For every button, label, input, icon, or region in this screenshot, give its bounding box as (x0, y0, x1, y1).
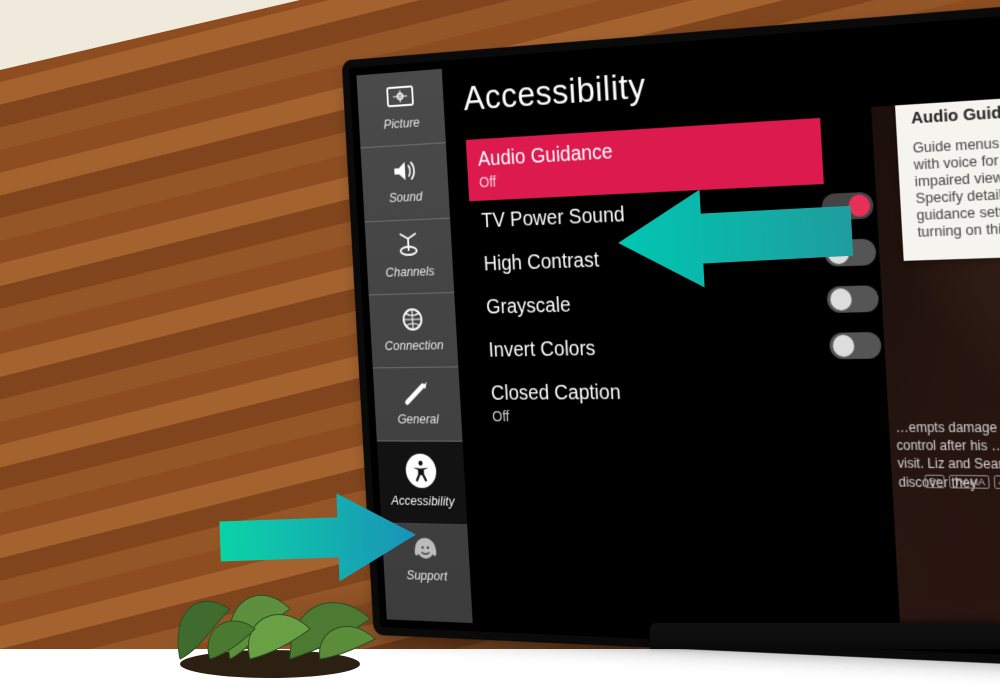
tooltip-title: Audio Guidance (911, 97, 1000, 128)
setting-subtitle: Off (492, 407, 825, 425)
toggle-switch[interactable] (826, 285, 879, 313)
tv-screen: Picture Sound Channels Connection (349, 1, 1000, 665)
sidebar-label: Connection (384, 338, 443, 353)
badge: TV-MA (949, 475, 990, 489)
settings-panel: Accessibility Audio Guidance Off TV Powe… (442, 11, 1000, 655)
setting-closed-caption[interactable]: Closed Caption Off (479, 369, 838, 435)
setting-invert-colors[interactable]: Invert Colors (476, 323, 834, 373)
help-tooltip: Audio Guidance Guide menus and operation… (894, 87, 1000, 261)
sidebar-item-general[interactable]: General (373, 368, 463, 443)
sidebar-label: Channels (385, 264, 435, 280)
sidebar-label: General (397, 412, 439, 426)
badge: 5+ (925, 475, 946, 489)
channels-icon (393, 232, 425, 259)
picture-icon (384, 83, 416, 111)
general-icon (401, 380, 433, 406)
sidebar-label: Picture (383, 115, 420, 132)
annotation-arrow (218, 487, 421, 590)
sidebar-item-channels[interactable]: Channels (365, 218, 455, 295)
tooltip-body: Guide menus and operations with voice fo… (912, 128, 1000, 240)
setting-title: Closed Caption (490, 379, 823, 406)
sidebar-item-picture[interactable]: Picture (356, 69, 445, 149)
sound-icon (388, 157, 420, 185)
setting-title: Invert Colors (488, 333, 821, 363)
sidebar-item-sound[interactable]: Sound (361, 143, 451, 222)
annotation-arrow (609, 176, 854, 298)
toggle-switch[interactable] (829, 332, 882, 359)
soundbar (650, 623, 1000, 649)
badge: 4K (994, 475, 1000, 489)
accessibility-icon (405, 454, 437, 489)
connection-icon (397, 306, 429, 333)
program-preview: Audio Guidance Guide menus and operation… (871, 87, 1000, 655)
sidebar-label: Sound (389, 190, 423, 206)
sidebar-item-connection[interactable]: Connection (369, 293, 459, 369)
